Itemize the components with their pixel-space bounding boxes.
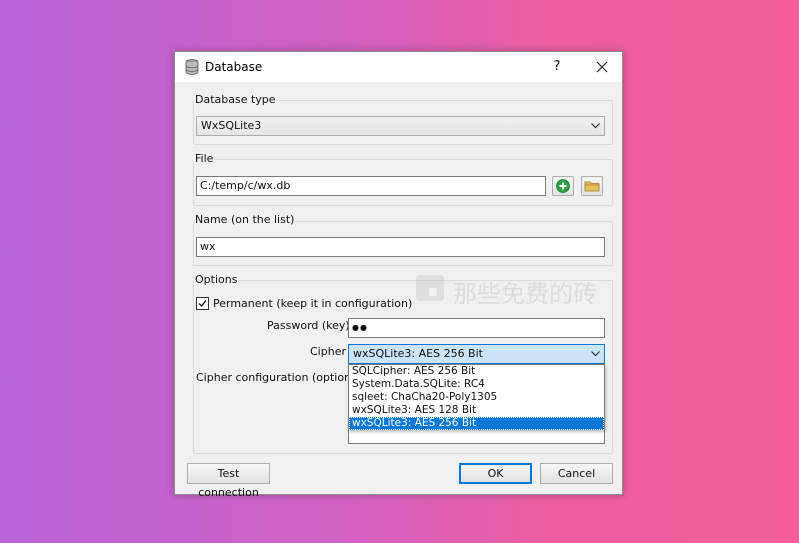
permanent-checkbox[interactable] (196, 297, 209, 310)
database-type-value: WxSQLite3 (201, 119, 262, 132)
window-title: Database (205, 60, 263, 74)
file-path-input[interactable]: C:/temp/c/wx.db (196, 176, 546, 196)
database-icon (185, 59, 199, 75)
cipher-option[interactable]: System.Data.SQLite: RC4 (349, 378, 604, 391)
close-icon[interactable] (591, 57, 613, 77)
database-dialog: Database ? Database type WxSQLite3 File … (174, 51, 623, 499)
cipher-dropdown-list: SQLCipher: AES 256 Bit System.Data.SQLit… (348, 364, 605, 430)
chevron-down-icon (591, 123, 600, 129)
folder-icon (584, 181, 600, 192)
cipher-option[interactable]: sqleet: ChaCha20-Poly1305 (349, 391, 604, 404)
add-icon (556, 179, 570, 193)
options-label: Options (194, 273, 239, 286)
password-input[interactable]: ●● (348, 318, 605, 338)
create-file-button[interactable] (552, 176, 574, 196)
database-type-label: Database type (194, 93, 277, 106)
cipher-config-label: Cipher configuration (optional) (196, 371, 366, 384)
test-connection-button[interactable]: Test connection (187, 463, 270, 499)
cipher-value: wxSQLite3: AES 256 Bit (353, 347, 483, 360)
check-icon (198, 300, 207, 308)
database-type-select[interactable]: WxSQLite3 (196, 116, 605, 136)
chevron-down-icon (591, 351, 600, 357)
cancel-button[interactable]: Cancel (540, 463, 613, 484)
title-bar: Database ? (175, 52, 622, 82)
cipher-option-selected[interactable]: wxSQLite3: AES 256 Bit (349, 417, 604, 430)
permanent-label: Permanent (keep it in configuration) (213, 297, 413, 310)
name-input[interactable]: wx (196, 237, 605, 257)
cipher-option[interactable]: SQLCipher: AES 256 Bit (349, 365, 604, 378)
name-label: Name (on the list) (194, 213, 296, 226)
watermark-text: 那些免费的砖 (453, 280, 597, 308)
file-label: File (194, 152, 215, 165)
cipher-select[interactable]: wxSQLite3: AES 256 Bit (348, 344, 605, 364)
password-label: Password (key) (267, 319, 350, 332)
watermark-logo-icon (416, 275, 444, 301)
browse-file-button[interactable] (581, 176, 603, 196)
cipher-label: Cipher (310, 345, 346, 358)
cipher-option[interactable]: wxSQLite3: AES 128 Bit (349, 404, 604, 417)
ok-button[interactable]: OK (459, 463, 532, 484)
help-button[interactable]: ? (547, 57, 567, 77)
